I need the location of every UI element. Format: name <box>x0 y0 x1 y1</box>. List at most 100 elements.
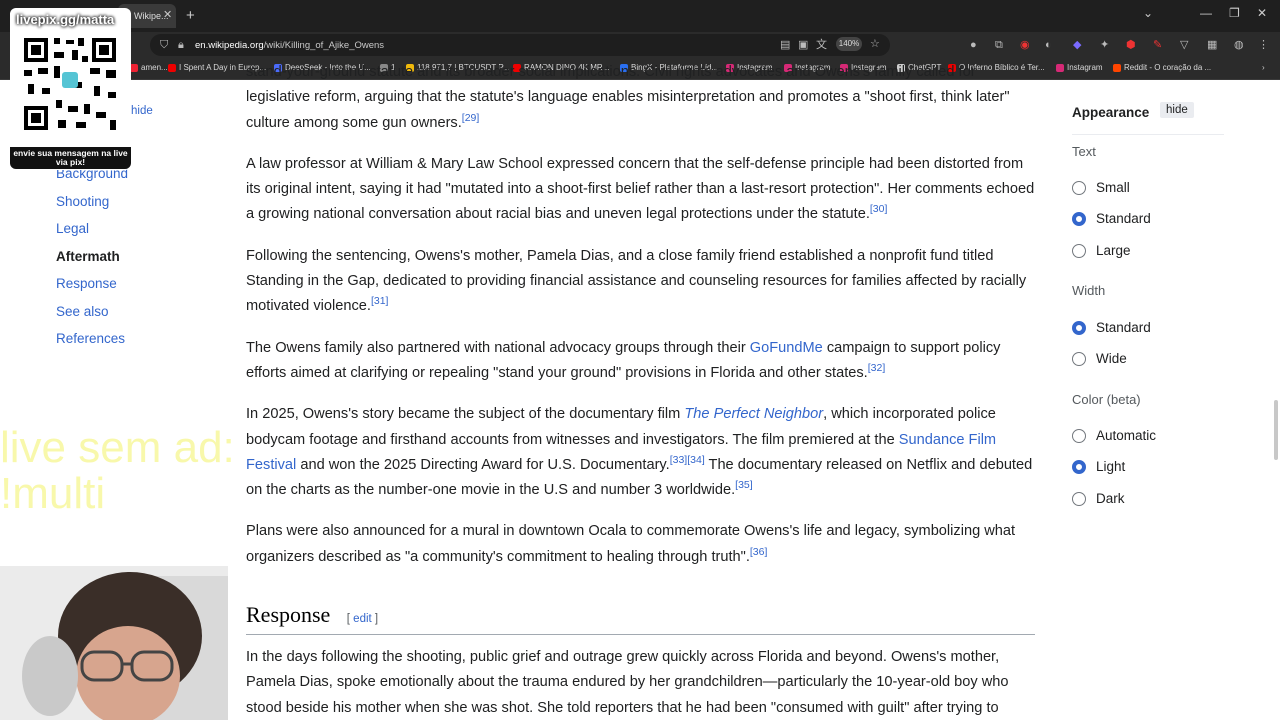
edit-link[interactable]: edit <box>353 613 372 625</box>
table-of-contents: Background Shooting Legal Aftermath Resp… <box>56 166 128 359</box>
toc-hide-button[interactable]: hide <box>131 105 153 117</box>
paragraph-text: stand-your-ground statute and its broade… <box>246 64 976 80</box>
bookmark-label: Reddit - O coração da ... <box>1124 63 1212 72</box>
bookmark-icon <box>130 63 138 72</box>
radio-label: Automatic <box>1096 428 1157 443</box>
citation[interactable]: [30] <box>870 204 888 216</box>
citation[interactable]: [32] <box>868 362 886 374</box>
paragraph: The Owens family also partnered with nat… <box>246 336 1036 387</box>
color-automatic-radio[interactable]: Automatic <box>1072 428 1156 443</box>
paragraph-text: In the days following the shooting, publ… <box>246 649 1009 716</box>
qr-code-icon <box>22 36 118 132</box>
close-window-icon[interactable]: ✕ <box>1257 6 1267 20</box>
zoom-indicator[interactable]: 140% <box>836 37 862 51</box>
text-large-radio[interactable]: Large <box>1072 243 1131 258</box>
new-tab-icon[interactable]: + <box>186 7 195 24</box>
appearance-title: Appearance <box>1072 105 1150 120</box>
toc-item-references[interactable]: References <box>56 331 128 350</box>
radio-label: Light <box>1096 459 1126 474</box>
toc-item-response[interactable]: Response <box>56 276 128 295</box>
extension-icon[interactable]: ✎ <box>1153 39 1162 51</box>
qr-code-overlay <box>10 8 131 170</box>
bookmark-icon <box>168 63 176 72</box>
section-heading: Response [ edit ] <box>246 602 1035 635</box>
url-text[interactable]: en.wikipedia.org/wiki/Killing_of_Ajike_O… <box>195 40 384 51</box>
bookmark-item[interactable]: amen... <box>130 63 168 72</box>
minimize-icon[interactable]: — <box>1200 6 1212 20</box>
text-standard-radio[interactable]: Standard <box>1072 211 1151 226</box>
radio-icon <box>1072 180 1086 195</box>
color-dark-radio[interactable]: Dark <box>1072 491 1125 506</box>
bookmark-label: amen... <box>141 63 168 72</box>
width-wide-radio[interactable]: Wide <box>1072 351 1127 366</box>
paragraph-text: legislative reform, arguing that the sta… <box>246 89 1010 131</box>
radio-icon <box>1072 320 1086 335</box>
lock-icon[interactable]: 🔒︎ <box>178 39 184 51</box>
bookmark-star-icon[interactable]: ☆ <box>870 38 880 50</box>
radio-label: Standard <box>1096 211 1151 226</box>
tab-close-icon[interactable]: ✕ <box>163 9 172 21</box>
webcam-overlay <box>0 566 228 720</box>
width-standard-radio[interactable]: Standard <box>1072 320 1151 335</box>
paragraph: Plans were also announced for a mural in… <box>246 519 1036 570</box>
reader-icon[interactable]: ▤ <box>780 39 790 51</box>
citation[interactable]: [29] <box>462 112 480 124</box>
url-domain: en.wikipedia.org <box>195 40 264 51</box>
appearance-hide-button[interactable]: hide <box>1160 102 1194 118</box>
instagram-icon <box>1056 63 1064 72</box>
shield-icon[interactable]: ⛉ <box>160 39 168 51</box>
audio-icon[interactable]: ◐ <box>1045 39 1052 51</box>
section-title: Response <box>246 602 331 627</box>
bookmark-item[interactable]: Instagram <box>1056 63 1103 72</box>
divider <box>1072 134 1224 135</box>
extension-icon[interactable]: ▦ <box>1207 39 1217 51</box>
paragraph: In the days following the shooting, publ… <box>246 645 1036 721</box>
ublock-icon[interactable]: ◉ <box>1020 39 1030 51</box>
more-bookmarks-icon[interactable]: › <box>1262 63 1265 72</box>
screenshot-icon[interactable]: ▣ <box>798 39 808 51</box>
reddit-icon <box>1113 63 1121 72</box>
puzzle-icon[interactable]: ⧉ <box>995 39 1003 51</box>
toc-item-aftermath[interactable]: Aftermath <box>56 249 128 268</box>
citation[interactable]: [33][34] <box>670 454 705 466</box>
toc-item-shooting[interactable]: Shooting <box>56 194 128 213</box>
color-light-radio[interactable]: Light <box>1072 459 1125 474</box>
stream-text-line: !multi <box>0 469 106 518</box>
citation[interactable]: [36] <box>750 546 768 558</box>
menu-icon[interactable]: ⋮ <box>1258 39 1269 51</box>
maximize-icon[interactable]: ❐ <box>1229 6 1240 20</box>
paragraph-text: Following the sentencing, Owens's mother… <box>246 247 1027 315</box>
paragraph-text: A law professor at William & Mary Law Sc… <box>246 155 1035 223</box>
text-small-radio[interactable]: Small <box>1072 180 1130 195</box>
extension-icon[interactable]: ▽ <box>1180 39 1188 51</box>
page-scrollbar[interactable] <box>1274 400 1278 460</box>
profile-icon[interactable]: ◍ <box>1234 39 1244 51</box>
width-label: Width <box>1072 283 1106 298</box>
translate-icon[interactable]: 文 <box>816 39 827 51</box>
paragraph-text: and won the 2025 Directing Award for U.S… <box>296 456 670 473</box>
radio-icon <box>1072 459 1086 474</box>
radio-label: Standard <box>1096 320 1151 335</box>
url-path: /wiki/Killing_of_Ajike_Owens <box>263 40 385 51</box>
paragraph: In 2025, Owens's story became the subjec… <box>246 402 1036 503</box>
radio-icon <box>1072 351 1086 366</box>
toc-item-see-also[interactable]: See also <box>56 304 128 323</box>
extension-icon[interactable]: ● <box>970 39 977 51</box>
extension-icon[interactable]: ✦ <box>1100 39 1109 51</box>
article-body: stand-your-ground statute and its broade… <box>246 60 1036 586</box>
bookmark-item[interactable]: Reddit - O coração da ... <box>1113 63 1211 72</box>
tab-bar: Wikipe... ✕ + ⌄ — ❐ ✕ <box>0 0 1280 32</box>
gofundme-link[interactable]: GoFundMe <box>750 340 823 356</box>
citation[interactable]: [35] <box>735 479 753 491</box>
radio-icon <box>1072 428 1086 443</box>
citation[interactable]: [31] <box>371 296 389 308</box>
tab-list-icon[interactable]: ⌄ <box>1143 6 1153 20</box>
radio-icon <box>1072 211 1086 226</box>
text-size-label: Text <box>1072 144 1096 159</box>
qr-footer: envie sua mensagem na live via pix! <box>10 147 131 169</box>
paragraph-text: The Owens family also partnered with nat… <box>246 339 750 356</box>
extension-icon[interactable]: ◆ <box>1073 39 1081 51</box>
adblock-icon[interactable]: ⬢ <box>1126 39 1136 51</box>
film-link[interactable]: The Perfect Neighbor <box>684 406 823 422</box>
toc-item-legal[interactable]: Legal <box>56 221 128 240</box>
